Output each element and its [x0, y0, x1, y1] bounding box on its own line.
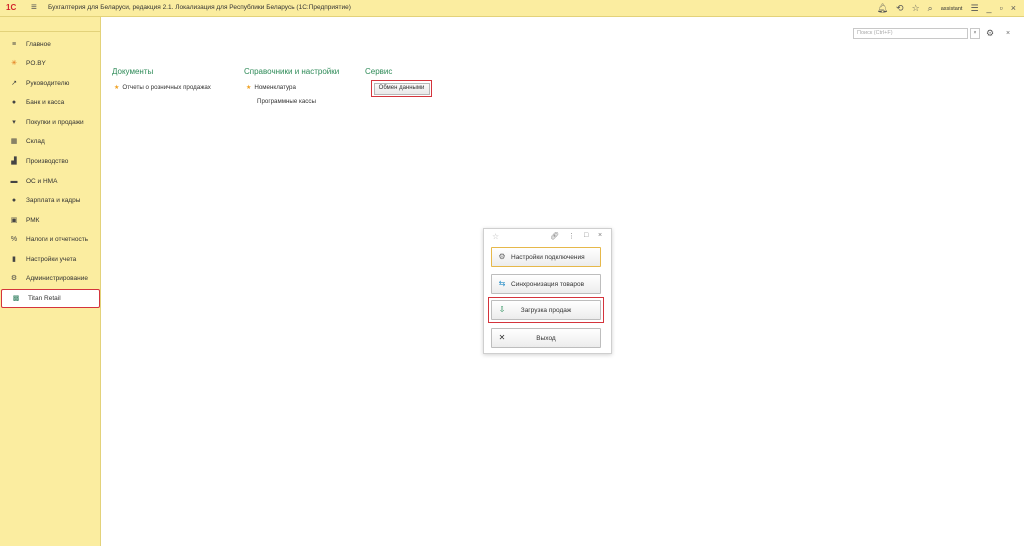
sidebar-item-production[interactable]: ▟ Производство	[0, 152, 101, 171]
register-icon: ▣	[10, 217, 18, 224]
gear-icon: ⚙	[10, 275, 18, 282]
book-icon: ▮	[12, 256, 16, 263]
sidebar-item-label: Главное	[26, 41, 51, 48]
more-icon[interactable]: ⋮	[568, 232, 575, 240]
button-label: Выход	[536, 334, 556, 342]
sidebar-item-label: Зарплата и кадры	[26, 197, 81, 204]
sidebar-item-label: РМК	[26, 217, 40, 224]
settings-menu-icon[interactable]: ☰	[970, 4, 978, 13]
percent-icon: %	[10, 236, 18, 243]
search-input[interactable]: Поиск (Ctrl+F)	[853, 28, 968, 39]
sidebar-item-label: ОС и НМА	[26, 178, 58, 185]
bell-icon[interactable]: 🔔︎	[877, 4, 888, 13]
sidebar-item-rmk[interactable]: ▣ РМК	[0, 211, 101, 230]
link-nomenclature[interactable]: ★ Номенклатура	[246, 84, 296, 91]
link-label: Номенклатура	[254, 84, 296, 91]
link-retail-sales-reports[interactable]: ★ Отчеты о розничных продажах	[114, 84, 211, 91]
main-menu-icon[interactable]: ≡	[31, 2, 37, 13]
section-title-service: Сервис	[365, 67, 393, 76]
factory-icon: ▟	[11, 158, 17, 165]
connection-settings-button[interactable]: ⚙ Настройки подключения	[491, 247, 601, 267]
app-logo: 1С	[6, 3, 17, 12]
sidebar-item-label: Покупки и продажи	[26, 119, 84, 126]
star-icon: ★	[246, 85, 252, 91]
truck-icon: ▬	[10, 178, 18, 185]
minimize-icon[interactable]: _	[987, 4, 992, 13]
section-title-references: Справочники и настройки	[244, 67, 340, 76]
sidebar-item-label: Производство	[26, 158, 69, 165]
button-label: Загрузка продаж	[520, 306, 572, 314]
link-icon[interactable]: 🔗︎	[550, 232, 559, 240]
sidebar-item-label: Настройки учета	[26, 256, 77, 263]
sync-icon: ⇆	[498, 279, 506, 288]
sidebar-item-assets[interactable]: ▬ ОС и НМА	[0, 172, 101, 191]
data-exchange-button[interactable]: Обмен данными	[371, 80, 432, 97]
person-icon: ●	[11, 197, 17, 204]
sidebar-item-accounting-settings[interactable]: ▮ Настройки учета	[0, 250, 101, 269]
sync-products-button[interactable]: ⇆ Синхронизация товаров	[491, 274, 601, 294]
dialog-header: ☆ 🔗︎ ⋮ □ ×	[484, 229, 611, 245]
title-bar: 1С ≡ Бухгалтерия для Беларуси, редакция …	[0, 0, 1024, 17]
user-name[interactable]: assistant	[941, 6, 963, 12]
restore-icon[interactable]: ▫	[1000, 4, 1003, 13]
warehouse-icon: ▦	[10, 138, 18, 145]
data-exchange-dialog: ☆ 🔗︎ ⋮ □ × ⚙ Настройки подключения ⇆ Син…	[483, 228, 612, 354]
search-clear-button[interactable]: ×	[970, 28, 980, 39]
sidebar-item-main[interactable]: ≡ Главное	[0, 35, 101, 54]
sidebar-item-label: Руководителю	[26, 80, 70, 87]
close-icon[interactable]: ×	[1006, 28, 1010, 39]
link-label: Отчеты о розничных продажах	[122, 84, 211, 91]
sidebar-item-warehouse[interactable]: ▦ Склад	[0, 132, 101, 151]
sidebar-item-poby[interactable]: ✳ PO.BY	[0, 54, 101, 73]
sidebar-divider	[0, 31, 101, 32]
section-title-documents: Документы	[112, 67, 154, 76]
close-window-icon[interactable]: ×	[1011, 4, 1016, 13]
sidebar-item-manager[interactable]: ↗ Руководителю	[0, 74, 101, 93]
sections-sidebar: ≡ Главное ✳ PO.BY ↗ Руководителю ● Банк …	[0, 17, 101, 546]
sidebar-item-label: Склад	[26, 138, 45, 145]
button-label: Синхронизация товаров	[511, 280, 585, 288]
title-bar-controls: 🔔︎ ⟲ ☆ ⌕ assistant ☰ _ ▫ ×	[877, 2, 1016, 15]
sidebar-item-titan-retail[interactable]: ▩ Titan Retail	[1, 289, 100, 308]
sidebar-item-label: Налоги и отчетность	[26, 236, 89, 243]
cart-icon: ▾	[12, 119, 16, 126]
data-exchange-button-label: Обмен данными	[373, 82, 430, 95]
favorites-star-icon[interactable]: ☆	[912, 4, 920, 13]
download-sales-icon: ⇩	[498, 305, 506, 314]
exit-button[interactable]: ✕ Выход	[491, 328, 601, 348]
list-icon: ≡	[11, 41, 17, 48]
history-icon[interactable]: ⟲	[896, 4, 904, 13]
search-icon[interactable]: ⌕	[928, 4, 933, 13]
sidebar-item-salary[interactable]: ● Зарплата и кадры	[0, 191, 101, 210]
load-sales-button[interactable]: ⇩ Загрузка продаж	[491, 300, 601, 320]
sidebar-item-label: PO.BY	[26, 60, 46, 67]
titan-retail-icon: ▩	[12, 295, 20, 302]
button-label: Настройки подключения	[511, 253, 585, 261]
sidebar-item-label: Администрирование	[26, 275, 88, 282]
gear-icon: ⚙	[498, 252, 506, 261]
close-icon: ✕	[498, 333, 506, 342]
favorite-star-icon[interactable]: ☆	[492, 232, 499, 241]
link-software-registers[interactable]: Программные кассы	[257, 98, 316, 105]
asterisk-icon: ✳	[11, 60, 17, 67]
trend-icon: ↗	[11, 80, 17, 87]
sidebar-item-administration[interactable]: ⚙ Администрирование	[0, 269, 101, 288]
gear-icon[interactable]: ⚙	[986, 28, 994, 39]
sidebar-item-label: Titan Retail	[28, 295, 61, 302]
close-icon[interactable]: ×	[598, 232, 602, 239]
star-icon: ★	[114, 85, 120, 91]
sidebar-item-label: Банк и касса	[26, 99, 65, 106]
window-title: Бухгалтерия для Беларуси, редакция 2.1. …	[48, 4, 351, 11]
sidebar-item-taxes[interactable]: % Налоги и отчетность	[0, 230, 101, 249]
sidebar-item-bank[interactable]: ● Банк и касса	[0, 93, 101, 112]
coin-icon: ●	[11, 99, 17, 106]
maximize-icon[interactable]: □	[584, 232, 588, 239]
sidebar-item-purchases[interactable]: ▾ Покупки и продажи	[0, 113, 101, 132]
